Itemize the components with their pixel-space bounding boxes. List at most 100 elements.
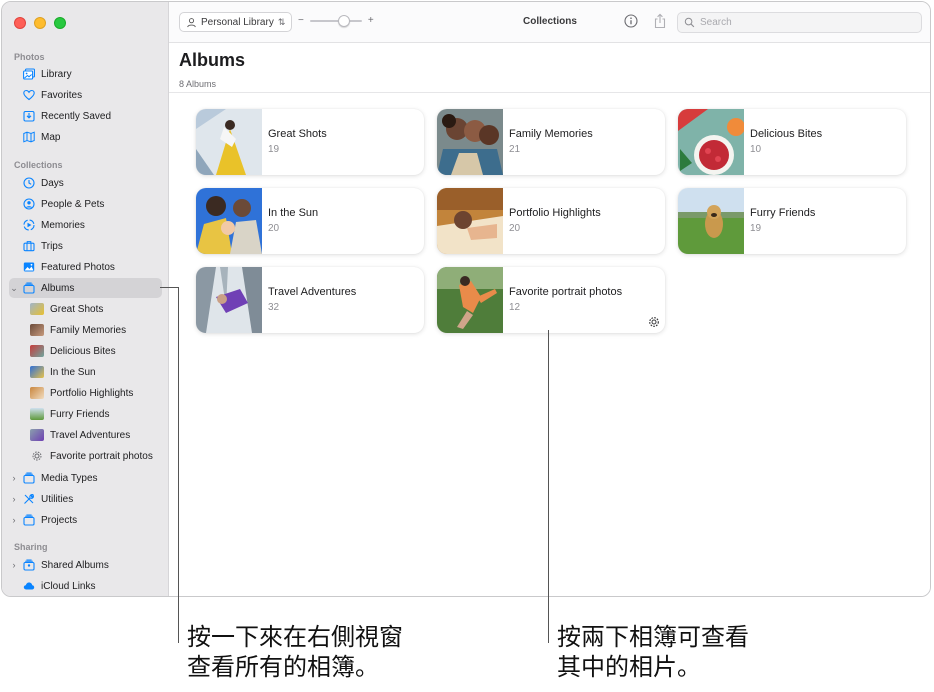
- sidebar-item-days[interactable]: Days: [9, 173, 162, 193]
- chevron-right-icon[interactable]: ›: [9, 494, 19, 504]
- sidebar-item-featured-photos[interactable]: Featured Photos: [9, 257, 162, 277]
- window-title: Collections: [523, 16, 577, 27]
- chevron-updown-icon: ⇅: [277, 16, 286, 27]
- sidebar-item-favorites[interactable]: Favorites: [9, 85, 162, 105]
- sidebar-item-label: Utilities: [41, 493, 74, 505]
- callout-leader-left: [178, 287, 179, 643]
- sidebar-section-photos: Photos: [14, 52, 45, 62]
- sidebar-item-label: Favorites: [41, 89, 83, 101]
- album-name: Furry Friends: [750, 207, 816, 219]
- album-card-great-shots[interactable]: Great Shots 19: [196, 109, 424, 175]
- sidebar-item-label: Recently Saved: [41, 110, 112, 122]
- minimize-window-button[interactable]: [34, 17, 46, 29]
- sidebar-item-label: Favorite portrait photos: [50, 450, 153, 462]
- album-thumbnail-icon: [30, 324, 44, 336]
- album-stack-icon: [22, 514, 35, 527]
- album-thumbnail-icon: [30, 387, 44, 399]
- album-cover: [437, 188, 503, 254]
- chevron-right-icon[interactable]: ›: [9, 560, 19, 570]
- album-card-portfolio-highlights[interactable]: Portfolio Highlights 20: [437, 188, 665, 254]
- chevron-right-icon[interactable]: ›: [9, 473, 19, 483]
- album-stack-icon: [22, 472, 35, 485]
- sidebar-album-great-shots[interactable]: Great Shots: [9, 299, 162, 319]
- sidebar: Photos Library Favorites Recently Saved …: [2, 2, 169, 596]
- album-name: Delicious Bites: [750, 128, 823, 140]
- sidebar-item-label: Projects: [41, 514, 78, 526]
- album-thumbnail-icon: [30, 366, 44, 378]
- sidebar-album-in-the-sun[interactable]: In the Sun: [9, 362, 162, 382]
- sidebar-item-trips[interactable]: Trips: [9, 236, 162, 256]
- sidebar-item-utilities[interactable]: › Utilities: [9, 489, 162, 509]
- gear-icon: [30, 450, 44, 462]
- sidebar-item-label: Portfolio Highlights: [50, 387, 134, 399]
- sidebar-item-label: People & Pets: [41, 198, 105, 210]
- person-icon: [187, 17, 196, 27]
- library-picker-button[interactable]: Personal Library ⇅: [179, 12, 292, 32]
- sidebar-album-travel-adventures[interactable]: Travel Adventures: [9, 425, 162, 445]
- sidebar-item-icloud-links[interactable]: iCloud Links: [9, 576, 162, 596]
- album-cover: [196, 188, 262, 254]
- album-card-favorite-portrait-photos[interactable]: Favorite portrait photos 12: [437, 267, 665, 333]
- callout-right: 按兩下相簿可查看 其中的相片。: [557, 622, 749, 682]
- featured-photos-icon: [22, 261, 35, 274]
- sidebar-album-favorite-portrait-photos[interactable]: Favorite portrait photos: [9, 446, 162, 466]
- sidebar-item-label: Media Types: [41, 472, 98, 484]
- album-card-in-the-sun[interactable]: In the Sun 20: [196, 188, 424, 254]
- zoom-window-button[interactable]: [54, 17, 66, 29]
- sidebar-item-label: Featured Photos: [41, 261, 115, 273]
- header-divider: [169, 92, 930, 93]
- sidebar-item-recently-saved[interactable]: Recently Saved: [9, 106, 162, 126]
- album-photo-count: 32: [268, 302, 280, 313]
- sidebar-album-furry-friends[interactable]: Furry Friends: [9, 404, 162, 424]
- zoom-in-label[interactable]: +: [368, 15, 374, 26]
- chevron-down-icon[interactable]: ⌄: [9, 283, 19, 294]
- album-card-family-memories[interactable]: Family Memories 21: [437, 109, 665, 175]
- library-picker-label: Personal Library: [201, 16, 274, 28]
- sidebar-item-shared-albums[interactable]: › Shared Albums: [9, 555, 162, 575]
- sidebar-album-portfolio-highlights[interactable]: Portfolio Highlights: [9, 383, 162, 403]
- zoom-out-label[interactable]: −: [298, 15, 304, 26]
- info-icon[interactable]: [624, 14, 638, 28]
- sidebar-item-label: Trips: [41, 240, 63, 252]
- callout-left: 按一下來在右側視窗 查看所有的相簿。: [187, 622, 403, 682]
- sidebar-item-people-pets[interactable]: People & Pets: [9, 194, 162, 214]
- album-cover: [678, 188, 744, 254]
- album-count: 8 Albums: [179, 79, 217, 89]
- search-field[interactable]: [677, 12, 922, 33]
- window-controls: [14, 17, 66, 29]
- search-input[interactable]: [700, 17, 900, 28]
- clock-icon: [22, 177, 35, 190]
- album-name: In the Sun: [268, 207, 319, 219]
- suitcase-icon: [22, 240, 35, 253]
- zoom-slider[interactable]: − +: [298, 14, 374, 27]
- zoom-track[interactable]: [309, 14, 362, 27]
- album-photo-count: 19: [268, 144, 280, 155]
- tools-icon: [22, 493, 35, 506]
- sidebar-item-projects[interactable]: › Projects: [9, 510, 162, 530]
- album-cover: [437, 267, 503, 333]
- sidebar-section-collections: Collections: [14, 160, 63, 170]
- close-window-button[interactable]: [14, 17, 26, 29]
- sidebar-item-map[interactable]: Map: [9, 127, 162, 147]
- share-icon[interactable]: [653, 13, 667, 29]
- album-photo-count: 19: [750, 223, 762, 234]
- sidebar-item-label: Furry Friends: [50, 408, 110, 420]
- album-card-furry-friends[interactable]: Furry Friends 19: [678, 188, 906, 254]
- sidebar-item-albums[interactable]: ⌄ Albums: [9, 278, 162, 298]
- sidebar-album-family-memories[interactable]: Family Memories: [9, 320, 162, 340]
- sidebar-item-label: Travel Adventures: [50, 429, 131, 441]
- sidebar-album-delicious-bites[interactable]: Delicious Bites: [9, 341, 162, 361]
- zoom-knob[interactable]: [337, 14, 350, 27]
- photos-window: Photos Library Favorites Recently Saved …: [1, 1, 931, 597]
- memories-icon: [22, 219, 35, 232]
- album-thumbnail-icon: [30, 429, 44, 441]
- album-stack-icon: [22, 282, 35, 295]
- album-card-delicious-bites[interactable]: Delicious Bites 10: [678, 109, 906, 175]
- chevron-right-icon[interactable]: ›: [9, 515, 19, 525]
- sidebar-item-library[interactable]: Library: [9, 64, 162, 84]
- album-photo-count: 20: [509, 223, 521, 234]
- sidebar-item-media-types[interactable]: › Media Types: [9, 468, 162, 488]
- sidebar-item-memories[interactable]: Memories: [9, 215, 162, 235]
- album-card-travel-adventures[interactable]: Travel Adventures 32: [196, 267, 424, 333]
- album-name: Favorite portrait photos: [509, 286, 623, 298]
